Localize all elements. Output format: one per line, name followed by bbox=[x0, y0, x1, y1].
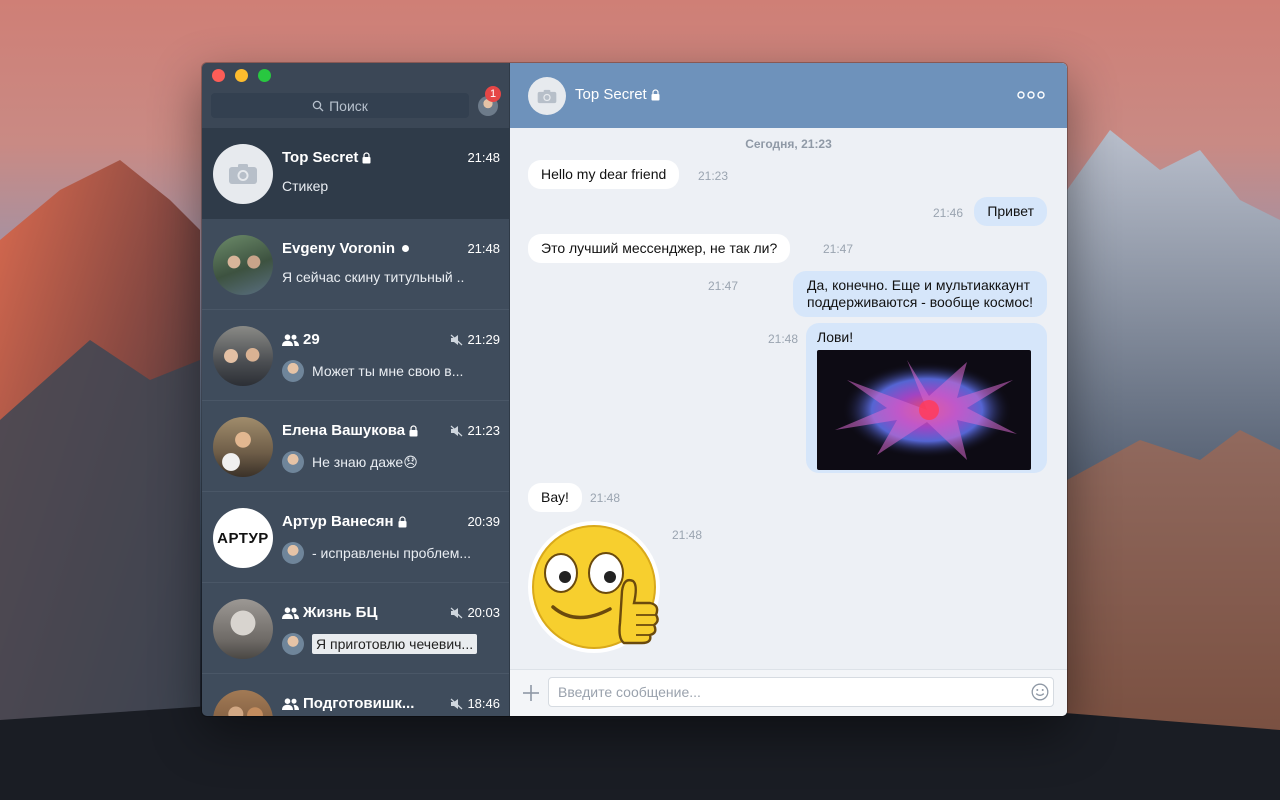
lock-icon bbox=[398, 515, 407, 527]
avatar bbox=[213, 326, 273, 386]
chat-preview: - исправлены проблем... bbox=[282, 542, 471, 564]
chat-name: Елена Вашукова bbox=[282, 422, 418, 439]
message-time: 21:46 bbox=[933, 206, 964, 220]
chat-time: 21:29 bbox=[450, 332, 500, 347]
chat-preview: Стикер bbox=[282, 178, 329, 194]
chat-time: 18:46 bbox=[450, 696, 500, 711]
search-icon bbox=[312, 100, 324, 111]
sender-avatar bbox=[282, 633, 304, 655]
message-time: 21:23 bbox=[698, 169, 729, 183]
avatar bbox=[213, 144, 273, 204]
minimize-window-button[interactable] bbox=[235, 69, 248, 82]
chat-preview: Может ты мне свою в... bbox=[282, 360, 463, 382]
smiley-thumbs-up-icon bbox=[528, 521, 660, 653]
message-time: 21:48 bbox=[590, 491, 621, 505]
chat-time: 20:03 bbox=[450, 605, 500, 620]
conversation-avatar[interactable] bbox=[528, 77, 566, 115]
sticker-smiley[interactable] bbox=[528, 515, 663, 660]
sidebar-toolbar: Поиск 1 bbox=[202, 63, 509, 128]
group-icon bbox=[282, 606, 299, 619]
chat-time: 21:48 bbox=[467, 150, 500, 165]
more-options-icon[interactable] bbox=[1017, 91, 1045, 99]
sender-avatar bbox=[282, 451, 304, 473]
camera-icon bbox=[537, 89, 557, 103]
chat-item-zhizn-bc[interactable]: Жизнь БЦ 20:03 Я приготовлю чечевич... bbox=[202, 583, 509, 674]
mute-icon bbox=[451, 698, 463, 709]
plus-icon[interactable] bbox=[522, 684, 540, 702]
lock-icon bbox=[651, 88, 660, 100]
chat-name: Evgeny Voronin bbox=[282, 240, 410, 257]
chat-list: Top Secret 21:48 Стикер Evgeny Voronin 2… bbox=[202, 128, 509, 716]
conversation-title[interactable]: Top Secret bbox=[575, 86, 660, 103]
search-placeholder: Поиск bbox=[329, 97, 368, 114]
emoji-icon[interactable] bbox=[1031, 683, 1049, 701]
avatar bbox=[213, 690, 273, 716]
chat-item-elena-vashukova[interactable]: Елена Вашукова 21:23 Не знаю даже😞 bbox=[202, 401, 509, 492]
message-bubble-outgoing[interactable]: Да, конечно. Еще и мультиаккаунт поддерж… bbox=[793, 271, 1047, 317]
date-separator: Сегодня, 21:23 bbox=[745, 137, 832, 151]
chat-preview: Я сейчас скину титульный .. bbox=[282, 269, 465, 285]
chat-time: 20:39 bbox=[467, 514, 500, 529]
avatar: АРТУР bbox=[213, 508, 273, 568]
chat-preview: Я приготовлю чечевич... bbox=[282, 633, 478, 655]
camera-icon bbox=[229, 164, 257, 184]
message-bubble-outgoing[interactable]: Лови! bbox=[806, 323, 1047, 473]
search-field[interactable]: Поиск bbox=[211, 93, 469, 118]
mute-icon bbox=[451, 607, 463, 618]
message-time: 21:47 bbox=[708, 279, 739, 293]
chat-name: 29 bbox=[282, 331, 320, 348]
conversation-pane: Top Secret Сегодня, 21:23 Hello my dear … bbox=[510, 63, 1067, 716]
avatar bbox=[213, 235, 273, 295]
message-time: 21:48 bbox=[768, 332, 799, 346]
message-input[interactable] bbox=[548, 677, 1054, 707]
online-indicator-icon bbox=[402, 245, 410, 252]
chat-time: 21:48 bbox=[467, 241, 500, 256]
avatar bbox=[213, 599, 273, 659]
message-time: 21:47 bbox=[823, 242, 854, 256]
chat-name: Подготовишк... bbox=[282, 695, 414, 712]
chat-item-evgeny-voronin[interactable]: Evgeny Voronin 21:48 Я сейчас скину титу… bbox=[202, 219, 509, 310]
conversation-header: Top Secret bbox=[510, 63, 1067, 128]
messenger-window: Поиск 1 Top Secret 21:48 Стикер Evgeny V… bbox=[202, 63, 1067, 716]
group-icon bbox=[282, 697, 299, 710]
chat-name: Top Secret bbox=[282, 149, 371, 166]
chat-item-artur-vanesyan[interactable]: АРТУР Артур Ванесян 20:39 - исправлены п… bbox=[202, 492, 509, 583]
message-composer bbox=[510, 669, 1067, 716]
chat-item-podgotovishki[interactable]: Подготовишк... 18:46 bbox=[202, 674, 509, 716]
image-explosion-art bbox=[835, 360, 1017, 460]
mute-icon bbox=[451, 425, 463, 436]
chat-time: 21:23 bbox=[450, 423, 500, 438]
message-bubble-outgoing[interactable]: Привет bbox=[974, 197, 1047, 226]
message-time: 21:48 bbox=[672, 528, 703, 542]
chat-name: Жизнь БЦ bbox=[282, 604, 377, 621]
message-bubble-incoming[interactable]: Это лучший мессенджер, не так ли? bbox=[528, 234, 791, 263]
chat-preview: Не знаю даже😞 bbox=[282, 451, 418, 473]
mute-icon bbox=[451, 334, 463, 345]
draft-text: Я приготовлю чечевич... bbox=[312, 634, 478, 654]
maximize-window-button[interactable] bbox=[258, 69, 271, 82]
avatar bbox=[213, 417, 273, 477]
chat-item-29[interactable]: 29 21:29 Может ты мне свою в... bbox=[202, 310, 509, 401]
close-window-button[interactable] bbox=[212, 69, 225, 82]
chat-name: Артур Ванесян bbox=[282, 513, 407, 530]
message-bubble-incoming[interactable]: Вау! bbox=[528, 483, 582, 512]
lock-icon bbox=[409, 424, 418, 436]
message-bubble-incoming[interactable]: Hello my dear friend bbox=[528, 160, 680, 189]
group-icon bbox=[282, 333, 299, 346]
window-controls bbox=[212, 69, 271, 82]
lock-icon bbox=[362, 151, 371, 163]
sender-avatar bbox=[282, 542, 304, 564]
sender-avatar bbox=[282, 360, 304, 382]
notification-badge: 1 bbox=[485, 86, 501, 102]
sidebar: Поиск 1 Top Secret 21:48 Стикер Evgeny V… bbox=[202, 63, 510, 716]
chat-item-top-secret[interactable]: Top Secret 21:48 Стикер bbox=[202, 128, 509, 219]
message-image[interactable] bbox=[817, 350, 1031, 470]
